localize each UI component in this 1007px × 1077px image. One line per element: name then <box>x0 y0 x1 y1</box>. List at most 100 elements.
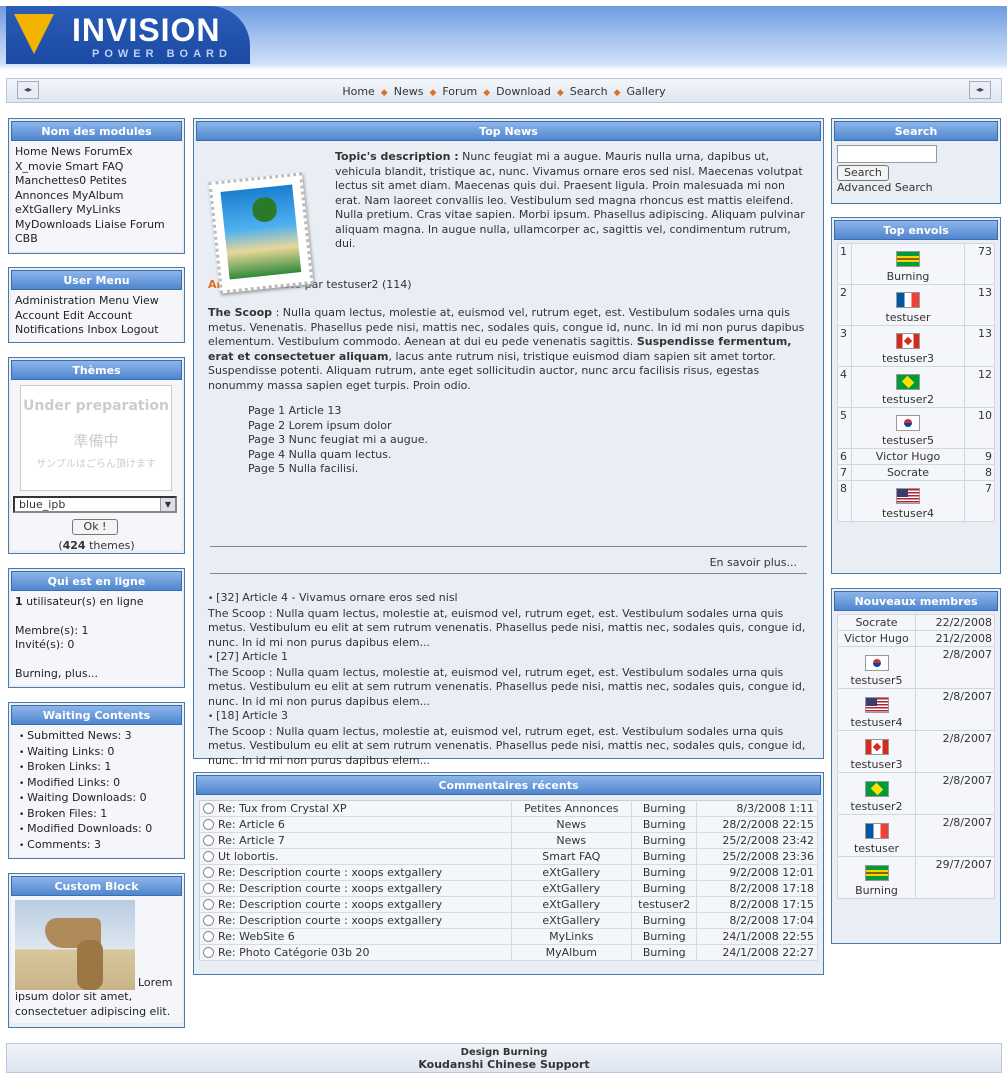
member-cell[interactable]: testuser2 <box>851 366 965 408</box>
list-item-label: Broken Links: 1 <box>27 760 112 773</box>
member-name[interactable]: Victor Hugo <box>844 632 908 645</box>
member-name[interactable]: testuser2 <box>882 393 934 406</box>
comment-cell[interactable]: Ut lobortis. <box>199 848 512 865</box>
cell-text: 8/2/2008 17:18 <box>729 882 814 895</box>
member-cell[interactable]: Socrate <box>851 464 965 481</box>
article-title-link[interactable]: • [27] Article 1 <box>208 650 809 666</box>
list-item[interactable]: • Modified Downloads: 0 <box>19 822 178 838</box>
page-link[interactable]: Page 3 Nunc feugiat mi a augue. <box>248 433 809 448</box>
member-cell[interactable]: Burning <box>837 856 916 899</box>
member-name[interactable]: testuser <box>885 311 930 324</box>
bullet-icon: • <box>19 778 28 789</box>
list-item-label: Waiting Downloads: 0 <box>27 791 147 804</box>
member-cell[interactable]: testuser3 <box>837 730 916 773</box>
member-cell[interactable]: Victor Hugo <box>837 630 916 647</box>
member-name[interactable]: testuser5 <box>882 434 934 447</box>
radio-icon <box>203 915 214 926</box>
advanced-search-link[interactable]: Advanced Search <box>837 181 995 195</box>
member-name[interactable]: Socrate <box>855 616 897 629</box>
list-item[interactable]: • Waiting Links: 0 <box>19 745 178 761</box>
list-item[interactable]: • Modified Links: 0 <box>19 776 178 792</box>
comment-cell[interactable]: Re: Description courte : xoops extgaller… <box>199 880 512 897</box>
comment-cell[interactable]: Re: Tux from Crystal XP <box>199 800 512 817</box>
read-more-link[interactable]: En savoir plus... <box>710 556 797 571</box>
topic-desc-label: Topic's description : <box>335 150 459 163</box>
member-name[interactable]: Victor Hugo <box>876 450 940 463</box>
member-cell[interactable]: Socrate <box>837 614 916 631</box>
member-cell[interactable]: testuser5 <box>837 646 916 689</box>
member-name[interactable]: Socrate <box>887 466 929 479</box>
member-cell[interactable]: testuser3 <box>851 325 965 367</box>
list-item[interactable]: • Comments: 3 <box>19 838 178 854</box>
theme-select[interactable]: blue_ipb ▼ <box>13 496 177 513</box>
search-button[interactable]: Search <box>837 165 889 181</box>
user-menu-links[interactable]: Administration Menu View Account Edit Ac… <box>11 290 182 342</box>
member-cell[interactable]: testuser <box>837 814 916 857</box>
comments-table: Re: Tux from Crystal XP Petites Annonces B… <box>199 800 818 961</box>
member-name[interactable]: testuser4 <box>850 716 902 729</box>
table-row[interactable]: Re: Description courte : xoops extgaller… <box>199 896 818 913</box>
comment-cell[interactable]: Re: Article 6 <box>199 816 512 833</box>
list-item[interactable]: • Broken Files: 1 <box>19 807 178 823</box>
comment-cell: 8/2/2008 17:18 <box>696 880 818 897</box>
site-logo[interactable]: INVISION POWER BOARD <box>6 6 250 64</box>
article-title-link[interactable]: • [18] Article 3 <box>208 709 809 725</box>
page-link[interactable]: Page 4 Nulla quam lectus. <box>248 448 809 463</box>
modules-list[interactable]: Home News ForumEx X_movie Smart FAQ Manc… <box>11 141 182 251</box>
article-title-link[interactable]: • [32] Article 4 - Vivamus ornare eros s… <box>208 591 809 607</box>
member-cell[interactable]: testuser4 <box>837 688 916 731</box>
member-cell[interactable]: Victor Hugo <box>851 448 965 465</box>
nav-link-home[interactable]: Home <box>336 85 380 98</box>
member-cell[interactable]: testuser2 <box>837 772 916 815</box>
table-row[interactable]: Ut lobortis. Smart FAQ Burning 25/2/2008 23… <box>199 848 818 865</box>
list-item[interactable]: • Waiting Downloads: 0 <box>19 791 178 807</box>
themes-count-suffix: themes) <box>89 539 135 552</box>
page-link[interactable]: Page 2 Lorem ipsum dolor <box>248 419 809 434</box>
comment-cell[interactable]: Re: Article 7 <box>199 832 512 849</box>
comment-cell: 8/2/2008 17:15 <box>696 896 818 913</box>
radio-icon <box>203 819 214 830</box>
table-row[interactable]: Re: Description courte : xoops extgaller… <box>199 912 818 929</box>
page-link[interactable]: Page 5 Nulla facilisi. <box>248 462 809 477</box>
block-title: Commentaires récents <box>196 775 821 795</box>
table-row[interactable]: Re: Tux from Crystal XP Petites Annonces B… <box>199 800 818 817</box>
member-name[interactable]: testuser5 <box>850 674 902 687</box>
list-item[interactable]: • Submitted News: 3 <box>19 729 178 745</box>
comment-cell[interactable]: Re: Photo Catégorie 03b 20 <box>199 944 512 961</box>
nav-link-download[interactable]: Download <box>490 85 557 98</box>
nav-link-search[interactable]: Search <box>564 85 614 98</box>
member-name[interactable]: Burning <box>855 884 898 897</box>
table-row[interactable]: Re: Description courte : xoops extgaller… <box>199 864 818 881</box>
member-name[interactable]: testuser2 <box>850 800 902 813</box>
comment-cell[interactable]: Re: Description courte : xoops extgaller… <box>199 864 512 881</box>
page-link[interactable]: Page 1 Article 13 <box>248 404 809 419</box>
member-cell[interactable]: Burning <box>851 243 965 285</box>
table-row[interactable]: Re: Photo Catégorie 03b 20 MyAlbum Burning… <box>199 944 818 961</box>
member-name[interactable]: testuser3 <box>882 352 934 365</box>
nav-arrows-right-icon[interactable]: ◂▸ <box>969 81 991 99</box>
list-item[interactable]: • Broken Links: 1 <box>19 760 178 776</box>
member-name[interactable]: testuser <box>854 842 899 855</box>
table-row[interactable]: Re: WebSite 6 MyLinks Burning 24/1/2008 22:… <box>199 928 818 945</box>
list-item-label: Comments: 3 <box>27 837 101 851</box>
comment-cell[interactable]: Re: Description courte : xoops extgaller… <box>199 912 512 929</box>
nav-link-gallery[interactable]: Gallery <box>621 85 672 98</box>
theme-ok-button[interactable]: Ok ! <box>72 519 118 535</box>
member-name[interactable]: testuser4 <box>882 507 934 520</box>
member-cell[interactable]: testuser <box>851 284 965 326</box>
table-row[interactable]: Re: Article 6 News Burning 28/2/2008 22:15 <box>199 816 818 833</box>
table-row[interactable]: Re: Article 7 News Burning 25/2/2008 23:42 <box>199 832 818 849</box>
online-names[interactable]: Burning, plus... <box>15 667 178 682</box>
comment-cell[interactable]: Re: WebSite 6 <box>199 928 512 945</box>
nav-link-news[interactable]: News <box>388 85 430 98</box>
search-input[interactable] <box>837 145 937 163</box>
member-name[interactable]: Burning <box>887 270 930 283</box>
table-row[interactable]: Re: Description courte : xoops extgaller… <box>199 880 818 897</box>
comment-cell[interactable]: Re: Description courte : xoops extgaller… <box>199 896 512 913</box>
member-cell[interactable]: testuser5 <box>851 407 965 449</box>
member-cell[interactable]: testuser4 <box>851 480 965 522</box>
member-name[interactable]: testuser3 <box>850 758 902 771</box>
chevron-down-icon[interactable]: ▼ <box>160 498 175 511</box>
block-title: Top News <box>196 121 821 141</box>
nav-link-forum[interactable]: Forum <box>436 85 483 98</box>
